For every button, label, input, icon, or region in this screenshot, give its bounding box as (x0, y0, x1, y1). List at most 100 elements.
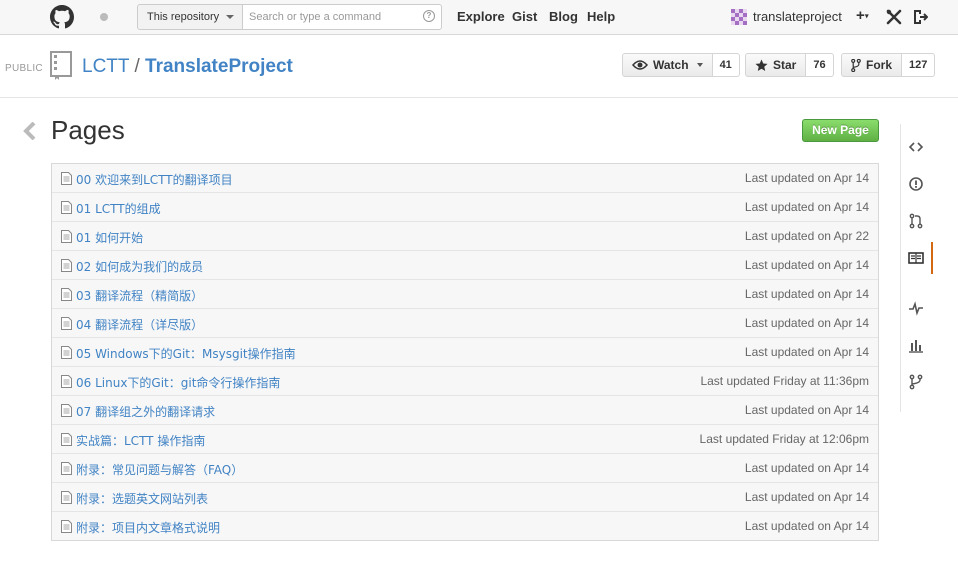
chevron-down-icon: ▾ (864, 11, 869, 21)
page-document-icon (61, 259, 72, 272)
star-icon (755, 58, 768, 71)
page-last-updated: Last updated on Apr 14 (744, 258, 869, 272)
pulse-icon[interactable] (908, 300, 924, 316)
watch-button-group: Watch 41 (622, 53, 740, 77)
nav-blog[interactable]: Blog (549, 9, 578, 24)
page-title-link[interactable]: 实战篇：LCTT 操作指南 (76, 432, 205, 449)
page-title-link[interactable]: 01 如何开始 (76, 229, 143, 246)
page-last-updated: Last updated on Apr 14 (744, 403, 869, 417)
list-item[interactable]: 附录：选题英文网站列表 Last updated on Apr 14 (52, 483, 878, 512)
page-document-icon (61, 201, 72, 214)
fork-button-group: Fork 127 (841, 53, 936, 77)
list-item[interactable]: 附录：常见问题与解答（FAQ） Last updated on Apr 14 (52, 454, 878, 483)
pull-requests-icon[interactable] (908, 213, 924, 229)
star-button-group: Star 76 (745, 53, 834, 77)
list-item[interactable]: 07 翻译组之外的翻译请求 Last updated on Apr 14 (52, 396, 878, 425)
visibility-label: PUBLIC (5, 63, 43, 74)
watch-count[interactable]: 41 (712, 53, 740, 77)
watch-label: Watch (653, 58, 689, 72)
fork-count[interactable]: 127 (902, 53, 936, 77)
list-item[interactable]: 01 如何开始 Last updated on Apr 22 (52, 222, 878, 251)
page-title-link[interactable]: 00 欢迎来到LCTT的翻译项目 (76, 171, 233, 188)
page-document-icon (61, 404, 72, 417)
username-link[interactable]: translateproject (753, 9, 842, 24)
top-header: This repository ? Explore Gist Blog Help… (0, 0, 958, 35)
star-count[interactable]: 76 (806, 53, 834, 77)
search-scope-label: This repository (147, 11, 220, 23)
page-title-link[interactable]: 06 Linux下的Git：git命令行操作指南 (76, 374, 280, 391)
star-button[interactable]: Star (745, 53, 807, 77)
network-icon[interactable] (908, 374, 924, 390)
list-item[interactable]: 00 欢迎来到LCTT的翻译项目 Last updated on Apr 14 (52, 164, 878, 193)
page-document-icon (61, 288, 72, 301)
page-last-updated: Last updated on Apr 14 (744, 287, 869, 301)
page-last-updated: Last updated on Apr 14 (744, 316, 869, 330)
list-item[interactable]: 附录：项目内文章格式说明 Last updated on Apr 14 (52, 512, 878, 541)
plus-icon: + (856, 7, 865, 24)
repo-sidebar-nav (900, 124, 933, 412)
page-last-updated: Last updated on Apr 14 (744, 345, 869, 359)
page-title-link[interactable]: 附录：选题英文网站列表 (76, 490, 208, 507)
page-last-updated: Last updated Friday at 12:06pm (699, 432, 869, 446)
page-document-icon (61, 172, 72, 185)
page-document-icon (61, 230, 72, 243)
fork-button[interactable]: Fork (841, 53, 903, 77)
page-title-link[interactable]: 03 翻译流程（精简版） (76, 287, 203, 304)
page-document-icon (61, 346, 72, 359)
nav-help[interactable]: Help (587, 9, 615, 24)
page-last-updated: Last updated on Apr 14 (744, 200, 869, 214)
page-title-link[interactable]: 附录：常见问题与解答（FAQ） (76, 461, 243, 478)
list-item[interactable]: 实战篇：LCTT 操作指南 Last updated Friday at 12:0… (52, 425, 878, 454)
star-label: Star (773, 58, 797, 72)
list-item[interactable]: 01 LCTT的组成 Last updated on Apr 14 (52, 193, 878, 222)
code-icon[interactable] (908, 139, 924, 155)
repo-title: LCTT / TranslateProject (82, 56, 293, 78)
page-document-icon (61, 433, 72, 446)
watch-button[interactable]: Watch (622, 53, 713, 77)
list-item[interactable]: 04 翻译流程（详尽版） Last updated on Apr 14 (52, 309, 878, 338)
page-title-link[interactable]: 02 如何成为我们的成员 (76, 258, 203, 275)
repo-title-separator: / (134, 56, 140, 77)
issues-icon[interactable] (908, 176, 924, 192)
page-document-icon (61, 520, 72, 533)
wiki-icon[interactable] (908, 250, 924, 266)
page-title-link[interactable]: 附录：项目内文章格式说明 (76, 519, 220, 536)
page-document-icon (61, 491, 72, 504)
repo-owner-link[interactable]: LCTT (82, 56, 129, 77)
sign-out-icon[interactable] (912, 9, 928, 25)
graphs-icon[interactable] (908, 337, 924, 353)
search-input[interactable] (242, 4, 442, 30)
chevron-down-icon (696, 63, 703, 67)
page-last-updated: Last updated on Apr 22 (744, 229, 869, 243)
page-document-icon (61, 375, 72, 388)
list-item[interactable]: 02 如何成为我们的成员 Last updated on Apr 14 (52, 251, 878, 280)
list-item[interactable]: 03 翻译流程（精简版） Last updated on Apr 14 (52, 280, 878, 309)
page-document-icon (61, 317, 72, 330)
page-last-updated: Last updated on Apr 14 (744, 171, 869, 185)
list-item[interactable]: 05 Windows下的Git：Msysgit操作指南 Last updated … (52, 338, 878, 367)
repo-name-link[interactable]: TranslateProject (145, 56, 293, 77)
new-page-button[interactable]: New Page (802, 119, 879, 142)
page-document-icon (61, 462, 72, 475)
page-title-link[interactable]: 05 Windows下的Git：Msysgit操作指南 (76, 345, 296, 362)
page-last-updated: Last updated Friday at 11:36pm (700, 374, 869, 388)
search-scope-selector[interactable]: This repository (137, 4, 243, 30)
list-item[interactable]: 06 Linux下的Git：git命令行操作指南 Last updated Fri… (52, 367, 878, 396)
page-last-updated: Last updated on Apr 14 (744, 490, 869, 504)
nav-explore[interactable]: Explore (457, 9, 505, 24)
page-last-updated: Last updated on Apr 14 (744, 519, 869, 533)
page-title-link[interactable]: 07 翻译组之外的翻译请求 (76, 403, 215, 420)
nav-gist[interactable]: Gist (512, 9, 537, 24)
github-logo-icon[interactable] (50, 5, 74, 29)
page-title-link[interactable]: 01 LCTT的组成 (76, 200, 161, 217)
fork-label: Fork (866, 58, 893, 72)
back-chevron-icon[interactable] (22, 122, 38, 140)
settings-tools-icon[interactable] (886, 9, 902, 25)
page-title-link[interactable]: 04 翻译流程（详尽版） (76, 316, 203, 333)
page-title: Pages (51, 115, 125, 145)
search-help-icon[interactable]: ? (423, 10, 435, 22)
avatar[interactable] (731, 9, 747, 25)
create-new-button[interactable]: +▾ (856, 7, 869, 24)
eye-icon (632, 60, 648, 70)
notifications-indicator-icon[interactable] (100, 13, 108, 21)
